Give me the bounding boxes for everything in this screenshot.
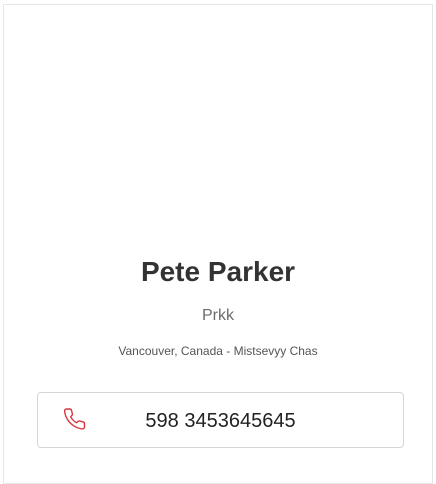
profile-name: Pete Parker [140, 256, 296, 287]
profile-subtitle: Prkk [202, 307, 234, 324]
profile-card: Pete Parker Prkk Vancouver, Canada - Mis… [3, 4, 433, 484]
phone-number: 598 3453645645 [145, 410, 296, 432]
profile-location: Vancouver, Canada - Mistsevyy Chas [118, 344, 318, 358]
phone-button[interactable]: 598 3453645645 [37, 392, 404, 448]
